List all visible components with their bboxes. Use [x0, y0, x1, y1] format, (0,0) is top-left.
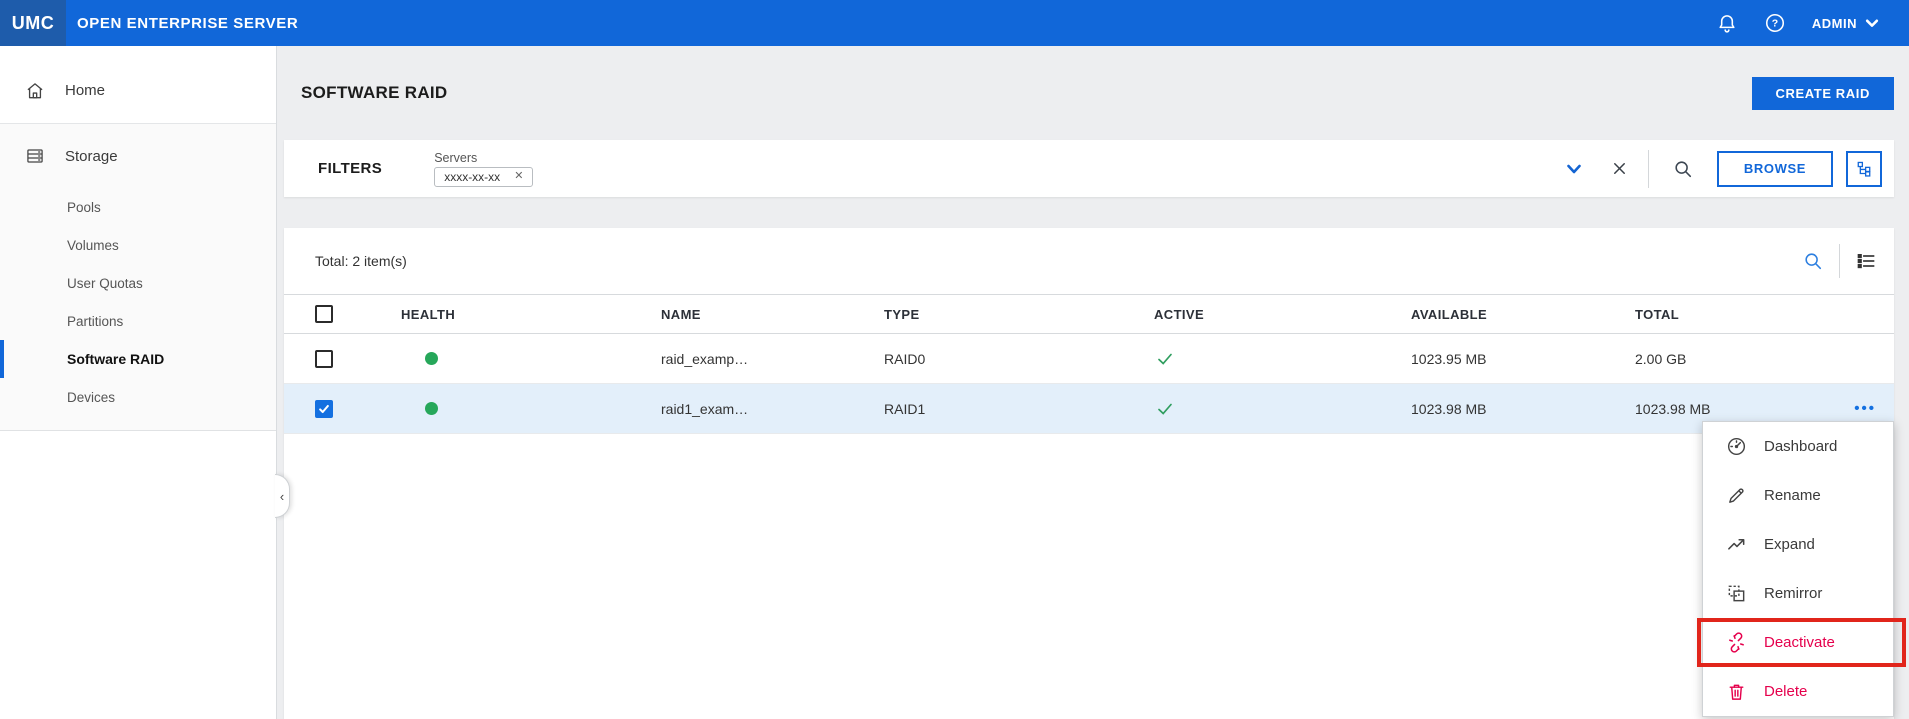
raid-available: 1023.98 MB — [1380, 401, 1604, 417]
menu-item-delete[interactable]: Delete — [1703, 667, 1893, 716]
product-title: OPEN ENTERPRISE SERVER — [77, 15, 298, 32]
column-header-type: TYPE — [853, 307, 1123, 322]
filter-divider — [1648, 150, 1649, 188]
sidebar: Home Storage Pools Volumes User Q — [0, 46, 277, 719]
table-search-icon[interactable] — [1803, 251, 1823, 271]
trash-icon — [1726, 681, 1747, 702]
pencil-icon — [1726, 485, 1747, 506]
menu-item-deactivate[interactable]: Deactivate — [1703, 618, 1893, 667]
sidebar-item-pools[interactable]: Pools — [0, 188, 276, 226]
active-checkmark-icon — [1156, 400, 1174, 418]
browse-tree-button[interactable] — [1846, 151, 1882, 187]
raid-type: RAID1 — [853, 401, 1123, 417]
sidebar-item-partitions[interactable]: Partitions — [0, 302, 276, 340]
browse-button[interactable]: BROWSE — [1717, 151, 1833, 187]
table-header-row: HEALTH NAME TYPE ACTIVE AVAILABLE TOTAL — [284, 294, 1894, 334]
column-header-name: NAME — [630, 307, 853, 322]
row-checkbox[interactable] — [315, 350, 333, 368]
deactivate-unlink-icon — [1726, 632, 1747, 653]
row-context-menu: Dashboard Rename Expand — [1702, 421, 1894, 717]
table-toolbar: Total: 2 item(s) — [284, 228, 1894, 294]
active-check — [1123, 400, 1380, 418]
menu-item-rename[interactable]: Rename — [1703, 471, 1893, 520]
server-filter-chip[interactable]: xxxx-xx-xx ✕ — [434, 167, 533, 187]
filters-label: FILTERS — [318, 160, 382, 177]
total-count: Total: 2 item(s) — [315, 253, 407, 269]
raid-name: raid1_exam… — [630, 401, 853, 417]
sidebar-item-storage[interactable]: Storage — [0, 124, 276, 188]
sidebar-item-software-raid[interactable]: Software RAID — [0, 340, 276, 378]
sidebar-item-user-quotas[interactable]: User Quotas — [0, 264, 276, 302]
menu-item-expand[interactable]: Expand — [1703, 520, 1893, 569]
chevron-down-icon — [1865, 16, 1879, 30]
sidebar-item-devices[interactable]: Devices — [0, 378, 276, 416]
checkbox-check-icon — [318, 403, 330, 415]
table-row[interactable]: raid1_exam… RAID1 1023.98 MB 1023.98 MB … — [284, 384, 1894, 434]
sidebar-item-home[interactable]: Home — [0, 46, 276, 124]
admin-user-menu[interactable]: ADMIN — [1812, 16, 1879, 31]
top-bar: UMC OPEN ENTERPRISE SERVER ? ADMIN — [0, 0, 1909, 46]
page-header: SOFTWARE RAID CREATE RAID — [284, 46, 1894, 140]
page-title: SOFTWARE RAID — [301, 83, 448, 103]
servers-filter-field: Servers xxxx-xx-xx ✕ — [434, 151, 533, 187]
raid-available: 1023.95 MB — [1380, 351, 1604, 367]
active-checkmark-icon — [1156, 350, 1174, 368]
tree-view-icon — [1855, 160, 1873, 178]
select-all-checkbox[interactable] — [315, 305, 333, 323]
sidebar-storage-group: Storage Pools Volumes User Quotas Partit… — [0, 124, 276, 431]
column-header-available: AVAILABLE — [1380, 307, 1604, 322]
column-settings-list-icon[interactable] — [1856, 251, 1876, 271]
toolbar-divider — [1839, 244, 1840, 278]
main-content: SOFTWARE RAID CREATE RAID FILTERS Server… — [277, 46, 1909, 719]
expand-filters-chevron-icon[interactable] — [1565, 160, 1583, 178]
remirror-copy-icon — [1726, 583, 1747, 604]
filter-search-icon[interactable] — [1673, 159, 1693, 179]
filter-bar: FILTERS Servers xxxx-xx-xx ✕ — [284, 140, 1894, 197]
column-header-active: ACTIVE — [1123, 307, 1380, 322]
health-status-dot — [425, 352, 438, 365]
health-status-dot — [425, 402, 438, 415]
home-icon — [25, 81, 45, 101]
row-checkbox[interactable] — [315, 400, 333, 418]
umc-logo[interactable]: UMC — [0, 0, 66, 46]
column-header-total: TOTAL — [1604, 307, 1804, 322]
active-check — [1123, 350, 1380, 368]
sidebar-item-volumes[interactable]: Volumes — [0, 226, 276, 264]
table-row[interactable]: raid_examp… RAID0 1023.95 MB 2.00 GB — [284, 334, 1894, 384]
chip-remove-icon[interactable]: ✕ — [514, 171, 523, 182]
storage-icon — [25, 146, 45, 166]
clear-filters-icon[interactable] — [1611, 160, 1628, 177]
notifications-bell-icon[interactable] — [1716, 12, 1738, 34]
raid-type: RAID0 — [853, 351, 1123, 367]
servers-filter-label: Servers — [434, 151, 533, 165]
menu-item-remirror[interactable]: Remirror — [1703, 569, 1893, 618]
help-icon[interactable]: ? — [1764, 12, 1786, 34]
menu-item-dashboard[interactable]: Dashboard — [1703, 422, 1893, 471]
raid-total: 2.00 GB — [1604, 351, 1804, 367]
svg-text:?: ? — [1772, 18, 1778, 30]
umc-application: UMC OPEN ENTERPRISE SERVER ? ADMIN — [0, 0, 1909, 719]
row-actions-ellipsis[interactable]: ••• — [1854, 400, 1876, 417]
raid-name: raid_examp… — [630, 351, 853, 367]
raid-table-card: Total: 2 item(s) — [284, 228, 1894, 719]
dashboard-gauge-icon — [1726, 436, 1747, 457]
raid-total: 1023.98 MB — [1604, 401, 1804, 417]
create-raid-button[interactable]: CREATE RAID — [1752, 77, 1894, 110]
trend-up-icon — [1726, 534, 1747, 555]
chevron-left-icon: ‹ — [280, 489, 284, 504]
column-header-health: HEALTH — [370, 307, 630, 322]
